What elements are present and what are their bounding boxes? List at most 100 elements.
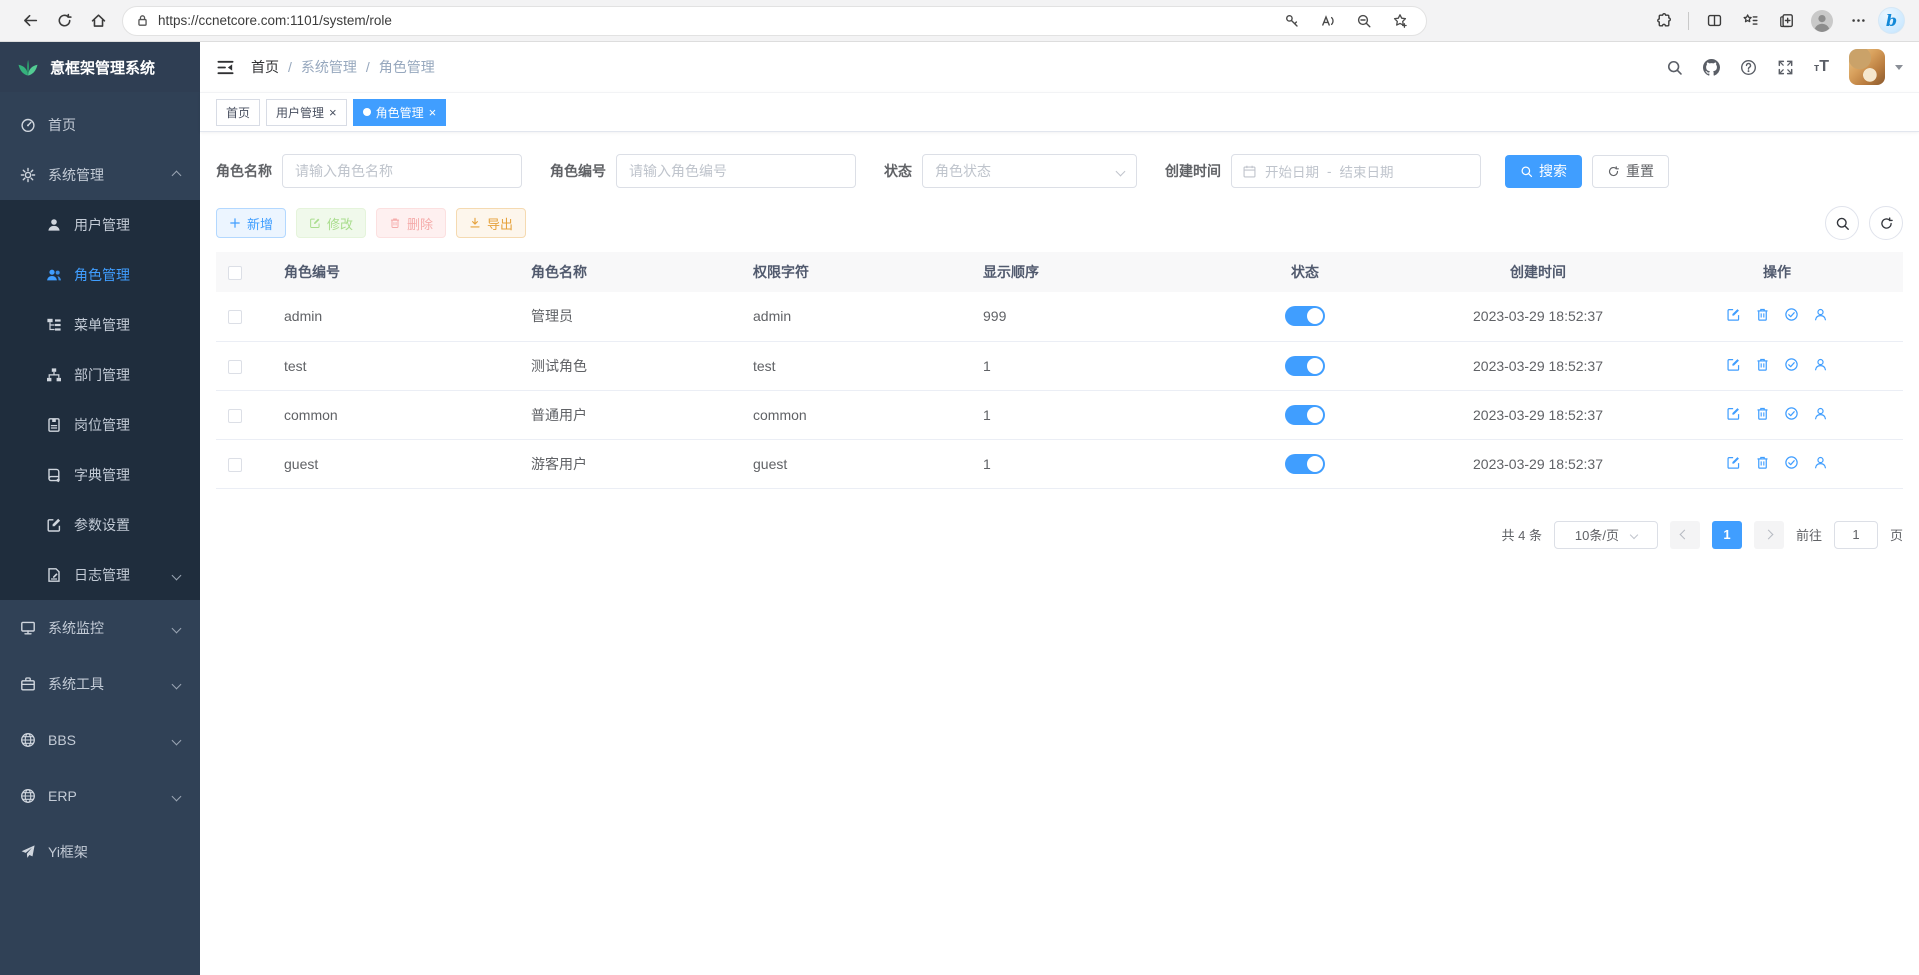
row-checkbox[interactable] [228, 409, 242, 423]
search-button[interactable]: 搜索 [1505, 155, 1582, 188]
date-range-picker[interactable]: 开始日期 - 结束日期 [1231, 154, 1481, 188]
read-aloud-icon[interactable] [1314, 8, 1342, 34]
favorites-bar-icon[interactable] [1734, 6, 1766, 36]
address-bar[interactable]: https://ccnetcore.com:1101/system/role [122, 6, 1427, 36]
row-delete-icon[interactable] [1755, 307, 1770, 322]
chevron-down-icon [1630, 530, 1638, 538]
badge-icon [46, 417, 62, 433]
split-screen-icon[interactable] [1698, 6, 1730, 36]
role-name-input[interactable] [282, 154, 522, 188]
sidebar-item-departments[interactable]: 部门管理 [0, 350, 200, 400]
password-key-icon[interactable] [1278, 8, 1306, 34]
status-select[interactable]: 角色状态 [922, 154, 1137, 188]
sidebar-item-parameters[interactable]: 参数设置 [0, 500, 200, 550]
avatar-dropdown-caret[interactable] [1895, 65, 1903, 70]
lock-icon [135, 13, 150, 28]
row-delete-icon[interactable] [1755, 455, 1770, 470]
browser-reload-button[interactable] [48, 6, 80, 36]
status-toggle[interactable] [1285, 405, 1325, 425]
tab-home[interactable]: 首页 [216, 99, 260, 126]
row-checkbox[interactable] [228, 360, 242, 374]
status-toggle[interactable] [1285, 306, 1325, 326]
row-auth-icon[interactable] [1784, 357, 1799, 372]
sidebar-item-dictionary[interactable]: 字典管理 [0, 450, 200, 500]
search-icon[interactable] [1666, 59, 1683, 76]
sidebar-item-users[interactable]: 用户管理 [0, 200, 200, 250]
pagination: 共 4 条 10条/页 1 前往 页 [216, 521, 1903, 549]
browser-back-button[interactable] [14, 6, 46, 36]
fullscreen-icon[interactable] [1777, 59, 1794, 76]
status-toggle[interactable] [1285, 356, 1325, 376]
export-button[interactable]: 导出 [456, 208, 526, 238]
row-edit-icon[interactable] [1726, 455, 1741, 470]
row-assign-user-icon[interactable] [1813, 357, 1828, 372]
edit-button[interactable]: 修改 [296, 208, 366, 238]
row-edit-icon[interactable] [1726, 357, 1741, 372]
help-icon[interactable] [1740, 59, 1757, 76]
browser-profile-avatar[interactable] [1806, 6, 1838, 36]
sidebar-item-posts[interactable]: 岗位管理 [0, 400, 200, 450]
active-tab-dot [363, 108, 371, 116]
row-delete-icon[interactable] [1755, 406, 1770, 421]
sidebar-item-roles[interactable]: 角色管理 [0, 250, 200, 300]
url-text[interactable]: https://ccnetcore.com:1101/system/role [158, 13, 1270, 28]
sidebar-collapse-icon[interactable] [216, 58, 235, 77]
row-edit-icon[interactable] [1726, 406, 1741, 421]
zoom-out-icon[interactable] [1350, 8, 1378, 34]
toggle-search-button[interactable] [1825, 206, 1859, 240]
page-size-select[interactable]: 10条/页 [1554, 521, 1658, 549]
page-size-value: 10条/页 [1575, 525, 1619, 544]
row-assign-user-icon[interactable] [1813, 455, 1828, 470]
select-all-checkbox[interactable] [228, 266, 242, 280]
delete-button[interactable]: 删除 [376, 208, 446, 238]
sidebar-item-yi-framework[interactable]: Yi框架 [0, 824, 200, 880]
col-create-time: 创建时间 [1425, 252, 1651, 292]
row-delete-icon[interactable] [1755, 357, 1770, 372]
breadcrumb-home[interactable]: 首页 [251, 57, 279, 77]
refresh-table-button[interactable] [1869, 206, 1903, 240]
goto-page-input[interactable] [1834, 521, 1878, 549]
close-icon[interactable]: × [329, 106, 337, 119]
user-avatar[interactable] [1849, 49, 1885, 85]
sidebar-item-bbs[interactable]: BBS [0, 712, 200, 768]
tab-user-management[interactable]: 用户管理 × [266, 99, 347, 126]
collections-icon[interactable] [1770, 6, 1802, 36]
row-checkbox[interactable] [228, 310, 242, 324]
role-code-input[interactable] [616, 154, 856, 188]
close-icon[interactable]: × [429, 106, 437, 119]
chevron-down-icon [172, 570, 182, 580]
sidebar-item-tools[interactable]: 系统工具 [0, 656, 200, 712]
cell-display-order: 1 [971, 439, 1185, 488]
sidebar-item-home[interactable]: 首页 [0, 100, 200, 150]
page-number-button[interactable]: 1 [1712, 521, 1742, 549]
row-assign-user-icon[interactable] [1813, 307, 1828, 322]
sidebar-item-erp[interactable]: ERP [0, 768, 200, 824]
next-page-button[interactable] [1754, 521, 1784, 549]
sidebar-item-logs[interactable]: 日志管理 [0, 550, 200, 600]
row-auth-icon[interactable] [1784, 455, 1799, 470]
extensions-icon[interactable] [1647, 6, 1679, 36]
sidebar-item-system[interactable]: 系统管理 [0, 150, 200, 200]
edit-icon [309, 217, 321, 229]
row-edit-icon[interactable] [1726, 307, 1741, 322]
add-favorite-icon[interactable] [1386, 8, 1414, 34]
font-size-icon[interactable]: тT [1814, 58, 1829, 76]
github-icon[interactable] [1703, 59, 1720, 76]
row-auth-icon[interactable] [1784, 307, 1799, 322]
table-header-row: 角色编号 角色名称 权限字符 显示顺序 状态 创建时间 操作 [216, 252, 1903, 292]
browser-more-icon[interactable] [1842, 6, 1874, 36]
add-button[interactable]: 新增 [216, 208, 286, 238]
col-status: 状态 [1185, 252, 1425, 292]
row-auth-icon[interactable] [1784, 406, 1799, 421]
prev-page-button[interactable] [1670, 521, 1700, 549]
tab-role-management[interactable]: 角色管理 × [353, 99, 447, 126]
sidebar-item-menus[interactable]: 菜单管理 [0, 300, 200, 350]
row-assign-user-icon[interactable] [1813, 406, 1828, 421]
copilot-icon[interactable]: b [1878, 7, 1905, 34]
reset-button[interactable]: 重置 [1592, 155, 1669, 188]
status-toggle[interactable] [1285, 454, 1325, 474]
browser-home-button[interactable] [82, 6, 114, 36]
paper-plane-icon [20, 844, 36, 860]
row-checkbox[interactable] [228, 458, 242, 472]
sidebar-item-monitor[interactable]: 系统监控 [0, 600, 200, 656]
